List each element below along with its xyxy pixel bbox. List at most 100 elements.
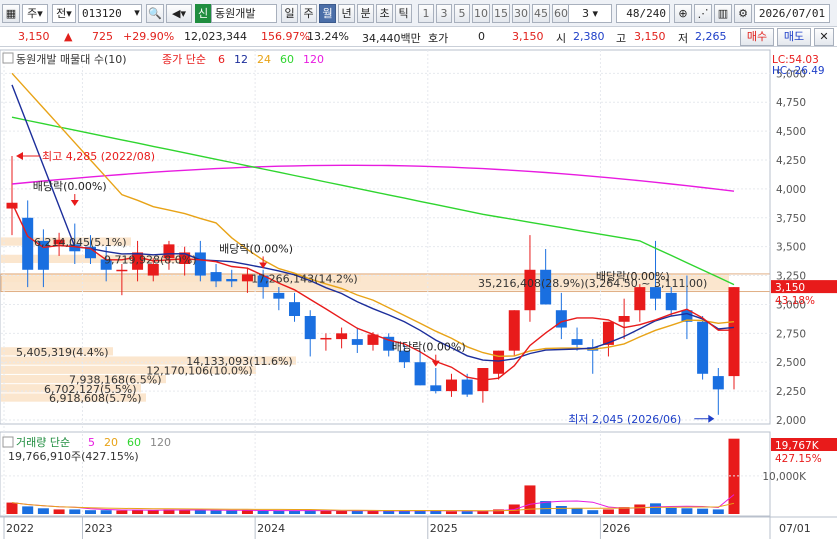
open-label: 시: [556, 32, 567, 45]
volume-label: 거래량 단순: [16, 436, 70, 449]
x-end-label: 07/01: [779, 522, 811, 535]
x-tick-label: 2023: [84, 522, 112, 535]
volume-bar: [6, 502, 18, 514]
period-button-6[interactable]: 틱: [395, 4, 412, 23]
close-icon[interactable]: ✕: [814, 28, 834, 46]
crosshair-icon[interactable]: ⊕: [674, 4, 692, 23]
volume-bar: [634, 504, 646, 514]
count-display: 48/240: [616, 4, 670, 23]
volume-profile-label: 9,719,928(8.0%): [104, 253, 197, 266]
y-tick-label: 2,000: [776, 415, 806, 427]
dividend-label: 배당락(0.00%): [392, 341, 466, 354]
draw-icon[interactable]: ⋰: [694, 4, 712, 23]
candle-body: [508, 310, 520, 351]
interval-select[interactable]: 3 ▾: [568, 4, 612, 23]
chart-type-select[interactable]: 주▾: [22, 4, 48, 23]
volume-summary: 19,766,910주(427.15%): [8, 450, 139, 463]
volume-ma-20: 20: [104, 436, 118, 449]
hc-label: HC:-26.49: [772, 65, 825, 77]
search-icon[interactable]: 🔍: [146, 4, 164, 23]
y-tick-label: 3,750: [776, 213, 806, 225]
volume-bar: [22, 506, 34, 514]
sell-button[interactable]: 매도: [777, 28, 811, 46]
volume-bar: [116, 510, 128, 514]
menu-icon[interactable]: ▦: [2, 4, 20, 23]
volume-bar: [602, 509, 614, 514]
ma-label: 종가 단순: [162, 53, 206, 66]
volume-bar: [37, 508, 49, 514]
volume-profile-label: 6,214,045(5.1%): [34, 236, 127, 249]
date-field[interactable]: 2026/07/01: [754, 4, 830, 23]
volume-bar: [179, 510, 191, 514]
up-arrow-icon: ▲: [64, 30, 73, 43]
volume-bar: [84, 510, 96, 514]
grid-icon[interactable]: ▥: [714, 4, 732, 23]
candle-body: [571, 339, 583, 345]
volume-bar: [697, 508, 709, 514]
gear-icon[interactable]: ⚙: [734, 4, 752, 23]
volume-bar: [336, 510, 348, 514]
interval-button-3[interactable]: 3: [436, 4, 452, 23]
volume-bar: [194, 510, 206, 514]
volume-bar: [587, 510, 599, 514]
chevron-down-icon[interactable]: ▾: [130, 4, 144, 23]
quote-bar: 3,150 ▲ 725 +29.90% 12,023,344 156.97% 1…: [0, 27, 837, 47]
y-tick-label: 2,750: [776, 328, 806, 340]
period-button-4[interactable]: 분: [357, 4, 374, 23]
stock-name[interactable]: 동원개발: [211, 4, 277, 23]
chart-area[interactable]: 5,000 4,750 4,500 4,250 4,000 3,750 3,500 3,250…: [0, 48, 837, 539]
period-button-1[interactable]: 주: [300, 4, 317, 23]
interval-button-1[interactable]: 1: [418, 4, 434, 23]
hoga-price: 3,150: [512, 30, 544, 43]
volume-ma-5: 5: [88, 436, 95, 449]
volume-bar: [53, 509, 65, 514]
code-value: 013120: [82, 7, 122, 20]
interval-button-5[interactable]: 5: [454, 4, 470, 23]
volume-ma-120: 120: [150, 436, 171, 449]
volume-ma-60: 60: [127, 436, 141, 449]
volume-bar: [257, 510, 269, 514]
turnover-rate: 13.24%: [307, 30, 349, 43]
dividend-label: 배당락(0.00%): [219, 242, 293, 255]
buy-button[interactable]: 매수: [740, 28, 774, 46]
interval-button-10[interactable]: 10: [472, 4, 490, 23]
period-label: 전: [56, 7, 67, 20]
period-button-2[interactable]: 월: [319, 4, 336, 23]
period-button-0[interactable]: 일: [281, 4, 298, 23]
sound-icon[interactable]: ◀▾: [166, 4, 192, 23]
series-label: 동원개발 매물대 수(10): [16, 53, 127, 66]
volume-tag-pct: 427.15%: [775, 453, 822, 465]
y-tick-label: 4,000: [776, 184, 806, 196]
interval-button-45[interactable]: 45: [532, 4, 550, 23]
volume-y-tick: 10,000K: [762, 471, 807, 483]
high-price: 3,150: [634, 30, 666, 43]
low-price: 2,265: [695, 30, 727, 43]
high-label: 고: [616, 32, 627, 45]
volume-bar: [555, 506, 567, 514]
candle-body: [351, 339, 363, 345]
volume-bar: [445, 511, 457, 514]
volume-bar: [351, 510, 363, 514]
volume-bar: [665, 507, 677, 514]
panel-menu-icon: [2, 52, 14, 64]
ma-period-6: 6: [218, 53, 225, 66]
candle-body: [226, 279, 238, 282]
trade-amount: 34,440백만: [362, 32, 421, 45]
volume-tag-text: 19,767K: [775, 440, 820, 452]
candle-body: [712, 376, 724, 390]
volume-bar: [650, 503, 662, 514]
volume-profile-label: 35,216,408(28.9%)(3,264.50 ~ 3,111.00): [478, 277, 707, 290]
interval-button-30[interactable]: 30: [512, 4, 530, 23]
candle-body: [697, 321, 709, 374]
change-percent: +29.90%: [123, 30, 175, 43]
ma-period-24: 24: [257, 53, 271, 66]
x-tick-label: 2025: [430, 522, 458, 535]
period-select[interactable]: 전▾: [52, 4, 76, 23]
volume-bar: [147, 510, 159, 514]
candle-body: [445, 379, 457, 392]
period-button-5[interactable]: 초: [376, 4, 393, 23]
ma-period-12: 12: [234, 53, 248, 66]
candle-body: [336, 333, 348, 340]
period-button-3[interactable]: 년: [338, 4, 355, 23]
interval-button-15[interactable]: 15: [492, 4, 510, 23]
